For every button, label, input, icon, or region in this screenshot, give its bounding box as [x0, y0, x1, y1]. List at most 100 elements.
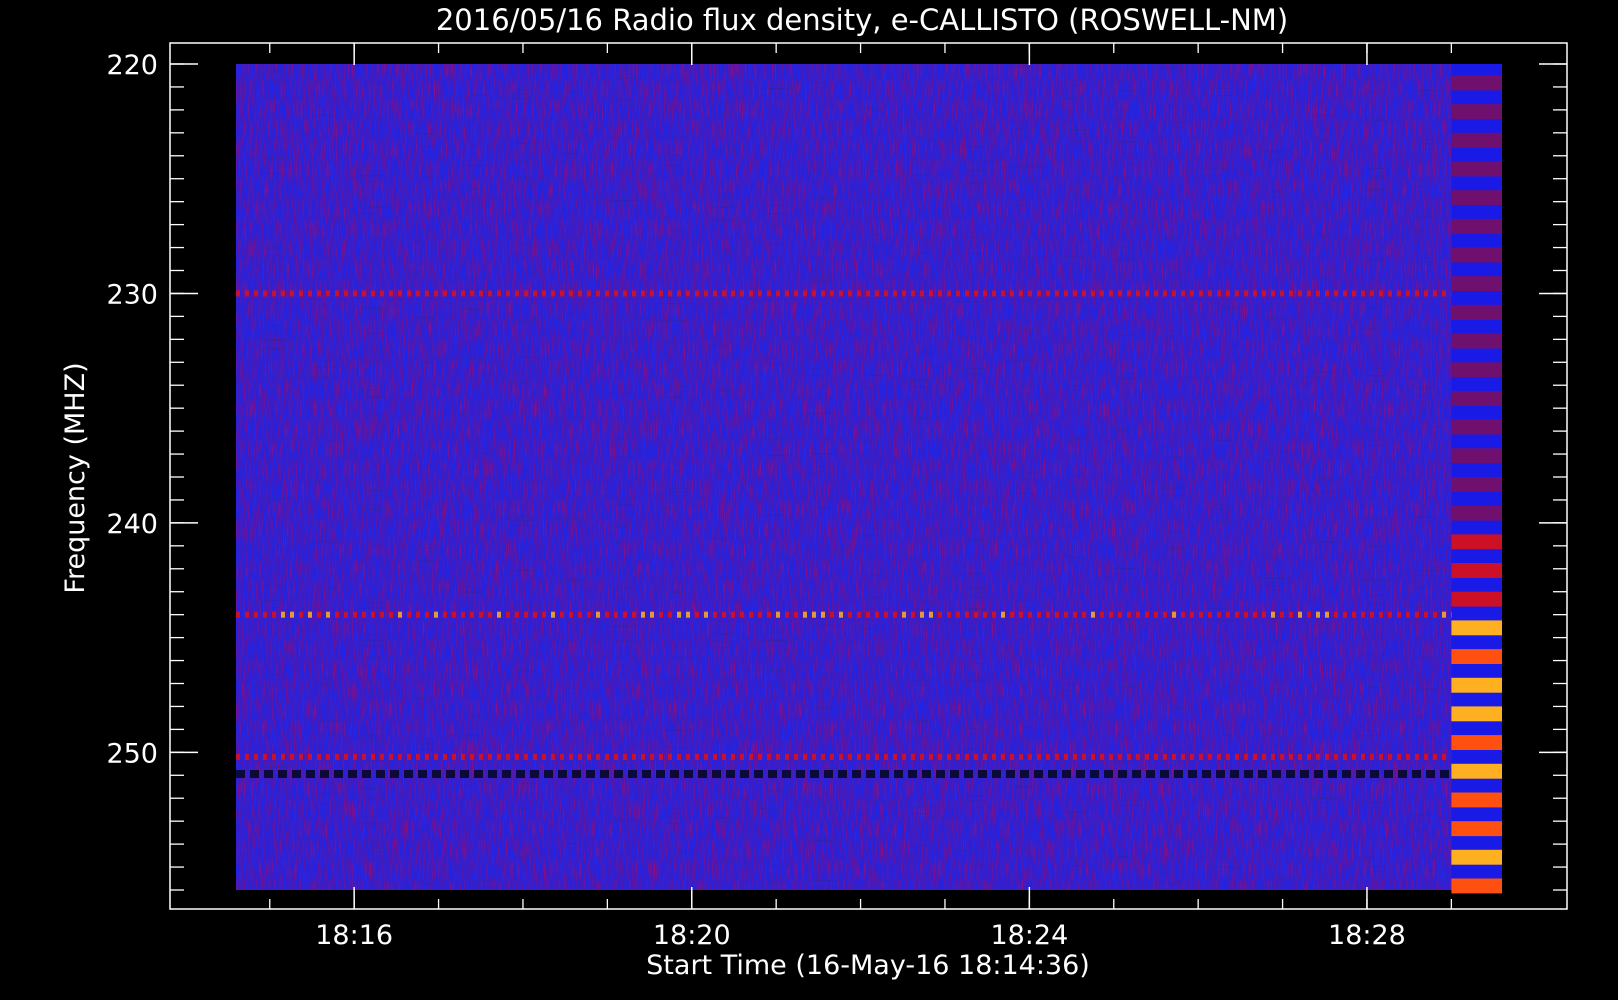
rfi-segment	[470, 290, 474, 296]
rfi-segment	[1019, 290, 1023, 296]
rfi-segment	[884, 612, 888, 618]
rfi-segment	[530, 770, 539, 778]
rfi-segment	[443, 754, 447, 760]
rfi-segment	[1334, 754, 1338, 760]
rfi-segment	[839, 754, 843, 760]
rfi-segment	[308, 290, 312, 296]
rfi-segment	[320, 770, 329, 778]
rfi-segment	[656, 770, 665, 778]
rfi-segment	[695, 612, 699, 618]
rfi-segment	[334, 770, 343, 778]
rfi-segment	[1300, 770, 1309, 778]
rfi-segment	[830, 290, 834, 296]
rfi-segment	[749, 612, 753, 618]
burst-stripe	[1451, 334, 1502, 349]
rfi-segment	[348, 770, 357, 778]
rfi-segment	[572, 770, 581, 778]
rfi-segment	[389, 754, 393, 760]
burst-stripe	[1451, 879, 1502, 894]
rfi-segment	[1064, 754, 1068, 760]
burst-stripe	[1451, 850, 1502, 865]
rfi-segment	[785, 612, 789, 618]
rfi-segment	[947, 612, 951, 618]
rfi-segment	[1019, 754, 1023, 760]
rfi-segment	[1442, 290, 1446, 296]
rfi-segment	[254, 290, 258, 296]
rfi-segment	[524, 754, 528, 760]
rfi-segment	[308, 754, 312, 760]
rfi-segment	[956, 290, 960, 296]
rfi-segment	[245, 612, 249, 618]
rfi-segment	[460, 770, 469, 778]
rfi-segment	[857, 290, 861, 296]
rfi-segment	[1199, 290, 1203, 296]
rfi-segment	[1188, 770, 1197, 778]
rfi-segment	[1258, 770, 1267, 778]
rfi-segment	[250, 770, 259, 778]
rfi-segment	[1356, 770, 1365, 778]
rfi-segment	[1406, 612, 1410, 618]
rfi-segment	[1253, 612, 1257, 618]
rfi-segment	[264, 770, 273, 778]
rfi-segment	[704, 754, 708, 760]
rfi-segment	[776, 290, 780, 296]
rfi-segment	[1100, 754, 1104, 760]
rfi-segment	[1034, 770, 1043, 778]
spectrogram-heatmap	[236, 64, 1502, 893]
rfi-segment	[389, 612, 393, 618]
rfi-segment	[326, 290, 330, 296]
rfi-segment	[623, 290, 627, 296]
rfi-segment	[884, 290, 888, 296]
rfi-segment	[1037, 754, 1041, 760]
rfi-segment	[1388, 754, 1392, 760]
rfi-segment	[713, 612, 717, 618]
rfi-segment	[1442, 612, 1446, 618]
rfi-segment	[398, 290, 402, 296]
rfi-segment	[785, 290, 789, 296]
rfi-segment	[1064, 290, 1068, 296]
rfi-segment	[1272, 770, 1281, 778]
rfi-segment	[1244, 612, 1248, 618]
rfi-segment	[830, 612, 834, 618]
burst-stripe	[1451, 620, 1502, 635]
rfi-segment	[1325, 754, 1329, 760]
rfi-segment	[684, 770, 693, 778]
burst-stripe	[1451, 305, 1502, 320]
rfi-segment	[1343, 754, 1347, 760]
rfi-segment	[992, 754, 996, 760]
rfi-segment	[1146, 770, 1155, 778]
rfi-segment	[398, 754, 402, 760]
rfi-segment	[704, 290, 708, 296]
rfi-segment	[1361, 290, 1365, 296]
rfi-segment	[376, 770, 385, 778]
rfi-segment	[978, 770, 987, 778]
rfi-segment	[1244, 770, 1253, 778]
rfi-segment	[1352, 754, 1356, 760]
rfi-segment	[1398, 770, 1407, 778]
burst-stripe	[1451, 190, 1502, 205]
rfi-segment	[929, 754, 933, 760]
rfi-segment	[1271, 754, 1275, 760]
rfi-segment	[263, 612, 267, 618]
burst-stripe	[1451, 276, 1502, 291]
rfi-segment	[938, 754, 942, 760]
rfi-segment	[1154, 290, 1158, 296]
rfi-segment	[911, 612, 915, 618]
rfi-segment	[1253, 290, 1257, 296]
rfi-segment	[686, 754, 690, 760]
rfi-segment	[407, 754, 411, 760]
rfi-segment	[1307, 290, 1311, 296]
y-tick-label: 220	[106, 50, 158, 81]
rfi-segment	[479, 754, 483, 760]
rfi-segment	[1190, 612, 1194, 618]
rfi-segment	[824, 770, 833, 778]
rfi-segment	[245, 290, 249, 296]
rfi-segment	[677, 290, 681, 296]
rfi-segment	[830, 754, 834, 760]
rfi-segment	[974, 754, 978, 760]
rfi-segment	[335, 754, 339, 760]
rfi-segment	[254, 754, 258, 760]
rfi-segment	[614, 612, 618, 618]
rfi-segment	[812, 290, 816, 296]
rfi-segment	[587, 754, 591, 760]
